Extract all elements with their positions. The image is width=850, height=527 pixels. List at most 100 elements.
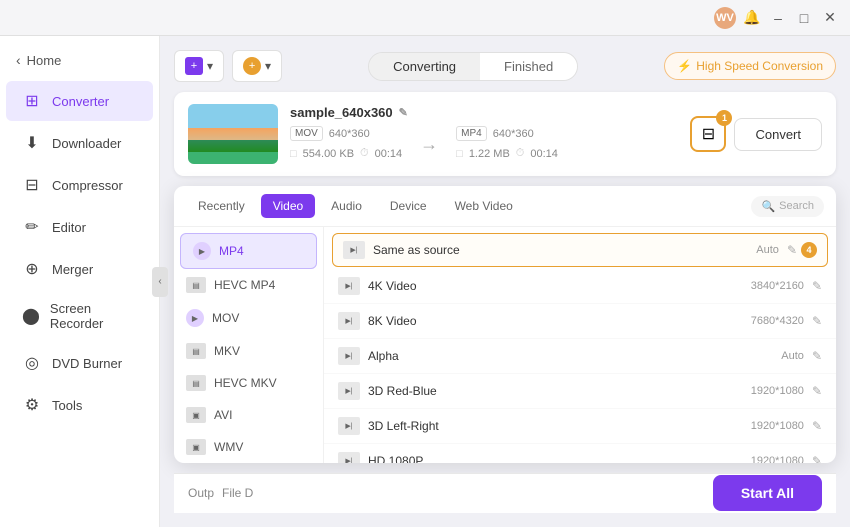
preset-alpha-name: Alpha: [368, 349, 781, 363]
format-item-mkv[interactable]: ▤ MKV: [174, 335, 323, 367]
preset-hd-1080p-icon: ▶|: [338, 452, 360, 463]
preset-alpha[interactable]: ▶| Alpha Auto ✎: [324, 339, 836, 374]
edit-filename-icon[interactable]: ✎: [399, 106, 408, 119]
format-dropdown: Recently Video Audio Device Web Video 🔍 …: [174, 186, 836, 463]
preset-8k-icon: ▶|: [338, 312, 360, 330]
sidebar-collapse-button[interactable]: ‹: [152, 267, 168, 297]
preset-same-as-source-res: Auto: [756, 244, 779, 256]
preset-same-as-source[interactable]: ▶| Same as source Auto ✎ 4: [332, 233, 828, 267]
preset-hd-1080p-name: HD 1080P: [368, 454, 751, 463]
bottom-bar: Outp File D Start All: [174, 473, 836, 513]
search-icon: 🔍: [761, 200, 775, 213]
add-folder-icon: +: [243, 57, 261, 75]
merger-icon: ⊕: [22, 259, 42, 279]
preset-3d-left-right-edit-icon[interactable]: ✎: [812, 419, 822, 433]
preset-same-as-source-icon: ▶|: [343, 241, 365, 259]
preset-8k-name: 8K Video: [368, 314, 751, 328]
preset-hd-1080p-res: 1920*1080: [751, 455, 804, 463]
high-speed-button[interactable]: ⚡ High Speed Conversion: [664, 52, 836, 80]
format-select-button[interactable]: ⊟ 1: [690, 116, 726, 152]
convert-button[interactable]: Convert: [734, 118, 822, 151]
back-arrow-icon: ‹: [16, 52, 21, 68]
output-size-row: □ 1.22 MB ⏱ 00:14: [456, 147, 558, 160]
preset-hd-1080p-edit-icon[interactable]: ✎: [812, 454, 822, 463]
tools-icon: ⚙: [22, 395, 42, 415]
sidebar-item-compressor[interactable]: ⊟ Compressor: [6, 165, 153, 205]
mp4-icon: ▶: [193, 242, 211, 260]
format-item-hevc-mkv[interactable]: ▤ HEVC MKV: [174, 367, 323, 399]
sidebar-item-screen-recorder[interactable]: ⬤ Screen Recorder: [6, 291, 153, 341]
tab-audio[interactable]: Audio: [319, 194, 374, 218]
output-resolution: 640*360: [493, 128, 534, 140]
format-body: ▶ MP4 ▤ HEVC MP4 ▶ MOV ▤ MKV: [174, 227, 836, 463]
tab-device[interactable]: Device: [378, 194, 439, 218]
preset-3d-left-right-icon: ▶|: [338, 417, 360, 435]
format-presets: ▶| Same as source Auto ✎ 4 ▶| 4K Video 3…: [324, 227, 836, 463]
format-item-avi[interactable]: ▣ AVI: [174, 399, 323, 431]
preset-alpha-icon: ▶|: [338, 347, 360, 365]
sidebar-item-downloader[interactable]: ⬇ Downloader: [6, 123, 153, 163]
source-resolution: 640*360: [329, 128, 370, 140]
tab-finished[interactable]: Finished: [480, 53, 577, 80]
preset-alpha-edit-icon[interactable]: ✎: [812, 349, 822, 363]
format-item-mov[interactable]: ▶ MOV: [174, 301, 323, 335]
sidebar-item-converter[interactable]: ⊞ Converter: [6, 81, 153, 121]
format-label-wmv: WMV: [214, 440, 243, 454]
main-content: + ▾ + ▾ Converting Finished ⚡ High Speed…: [160, 36, 850, 527]
preset-3d-red-blue-res: 1920*1080: [751, 385, 804, 397]
format-search[interactable]: 🔍 Search: [751, 196, 824, 217]
preset-3d-red-blue-icon: ▶|: [338, 382, 360, 400]
wmv-icon: ▣: [186, 439, 206, 455]
format-item-mp4[interactable]: ▶ MP4: [180, 233, 317, 269]
thumbnail-image: [188, 104, 278, 164]
start-all-button[interactable]: Start All: [713, 475, 822, 511]
preset-3d-red-blue-edit-icon[interactable]: ✎: [812, 384, 822, 398]
sidebar-item-tools[interactable]: ⚙ Tools: [6, 385, 153, 425]
close-button[interactable]: ✕: [822, 10, 838, 26]
sidebar-item-downloader-label: Downloader: [52, 136, 121, 151]
maximize-button[interactable]: □: [796, 10, 812, 26]
toolbar: + ▾ + ▾ Converting Finished ⚡ High Speed…: [174, 50, 836, 82]
sidebar-item-merger-label: Merger: [52, 262, 93, 277]
screen-recorder-icon: ⬤: [22, 306, 40, 326]
file-card: sample_640x360 ✎ MOV 640*360 □ 554.00 KB…: [174, 92, 836, 176]
format-item-wmv[interactable]: ▣ WMV: [174, 431, 323, 463]
convert-actions: ⊟ 1 Convert: [690, 116, 822, 152]
minimize-button[interactable]: –: [770, 10, 786, 26]
sidebar-item-merger[interactable]: ⊕ Merger: [6, 249, 153, 289]
add-files-button[interactable]: + ▾: [174, 50, 224, 82]
preset-4k-res: 3840*2160: [751, 280, 804, 292]
preset-3d-red-blue-name: 3D Red-Blue: [368, 384, 751, 398]
compressor-icon: ⊟: [22, 175, 42, 195]
output-size: 1.22 MB: [469, 148, 510, 160]
output-format-badge: MP4: [456, 126, 487, 141]
sidebar-back-button[interactable]: ‹ Home: [0, 44, 159, 76]
format-item-hevc-mp4[interactable]: ▤ HEVC MP4: [174, 269, 323, 301]
preset-hd-1080p[interactable]: ▶| HD 1080P 1920*1080 ✎: [324, 444, 836, 463]
preset-8k-video[interactable]: ▶| 8K Video 7680*4320 ✎: [324, 304, 836, 339]
notification-icon[interactable]: 🔔: [744, 10, 760, 26]
add-folder-button[interactable]: + ▾: [232, 50, 282, 82]
format-label-mov: MOV: [212, 311, 239, 325]
format-label-mkv: MKV: [214, 344, 240, 358]
tab-converting[interactable]: Converting: [369, 53, 480, 80]
tab-web-video[interactable]: Web Video: [443, 194, 525, 218]
avi-icon: ▣: [186, 407, 206, 423]
tab-recently[interactable]: Recently: [186, 194, 257, 218]
preset-4k-video[interactable]: ▶| 4K Video 3840*2160 ✎: [324, 269, 836, 304]
sidebar-item-editor[interactable]: ✏ Editor: [6, 207, 153, 247]
preset-4k-edit-icon[interactable]: ✎: [812, 279, 822, 293]
file-info: sample_640x360 ✎ MOV 640*360 □ 554.00 KB…: [290, 105, 678, 163]
preset-8k-edit-icon[interactable]: ✎: [812, 314, 822, 328]
sidebar-item-dvd-burner[interactable]: ◎ DVD Burner: [6, 343, 153, 383]
format-label-avi: AVI: [214, 408, 232, 422]
preset-same-as-source-edit-icon[interactable]: ✎: [787, 243, 797, 257]
preset-3d-left-right[interactable]: ▶| 3D Left-Right 1920*1080 ✎: [324, 409, 836, 444]
preset-3d-red-blue[interactable]: ▶| 3D Red-Blue 1920*1080 ✎: [324, 374, 836, 409]
source-duration: 00:14: [375, 148, 403, 160]
mov-icon: ▶: [186, 309, 204, 327]
tab-video[interactable]: Video: [261, 194, 315, 218]
titlebar: WV 🔔 – □ ✕: [0, 0, 850, 36]
arrow-icon: →: [412, 134, 446, 155]
add-files-icon: +: [185, 57, 203, 75]
